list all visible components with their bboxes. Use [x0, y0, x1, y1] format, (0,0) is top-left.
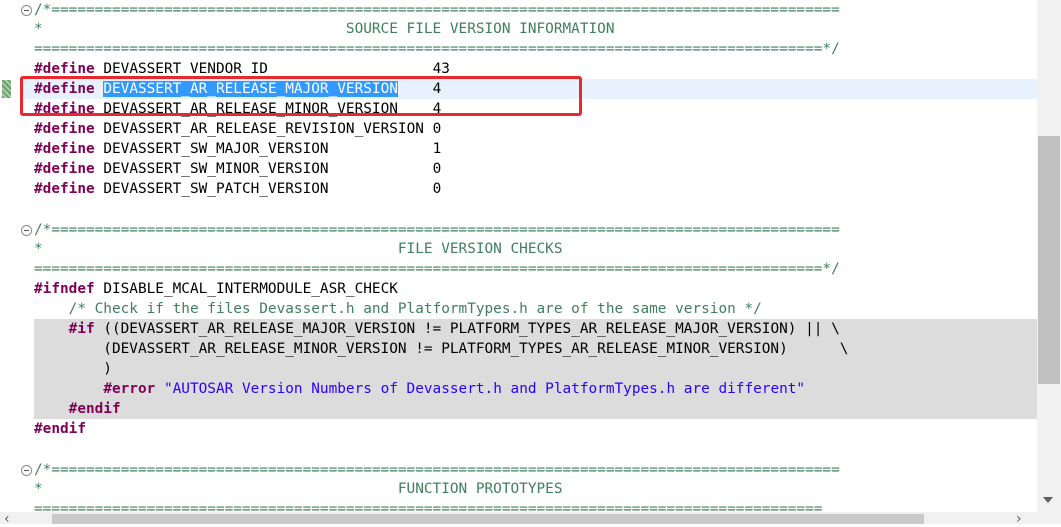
code-line[interactable]: #define DEVASSERT_AR_RELEASE_REVISION_VE… — [34, 119, 1035, 139]
vertical-scroll-thumb[interactable] — [1038, 136, 1060, 384]
code-line[interactable]: #error "AUTOSAR Version Numbers of Devas… — [34, 379, 1035, 399]
code-text: ((DEVASSERT_AR_RELEASE_MAJOR_VERSION != … — [94, 321, 840, 337]
highlight-box — [20, 76, 582, 116]
comment-text: /*======================================… — [34, 222, 840, 238]
editor-ruler[interactable] — [0, 0, 20, 512]
comment-text: ========================================… — [34, 501, 823, 512]
macro-value: 1 — [432, 141, 442, 157]
comment-text: /*======================================… — [34, 2, 840, 18]
comment-line: /*======================================… — [34, 0, 1035, 20]
macro-value: 0 — [432, 161, 442, 177]
comment-line: ========================================… — [34, 499, 1035, 512]
keyword: #ifndef — [34, 281, 95, 297]
padding — [424, 121, 433, 137]
code-line[interactable]: #ifndef DISABLE_MCAL_INTERMODULE_ASR_CHE… — [34, 279, 1035, 299]
macro-value: 0 — [432, 181, 442, 197]
code-line[interactable]: #if ((DEVASSERT_AR_RELEASE_MAJOR_VERSION… — [34, 319, 1035, 339]
comment-text: ========================================… — [34, 261, 840, 277]
macro-name: DISABLE_MCAL_INTERMODULE_ASR_CHECK — [94, 281, 398, 297]
horizontal-scroll-thumb[interactable] — [52, 514, 924, 524]
keyword: #define — [34, 61, 95, 77]
keyword: #define — [34, 161, 95, 177]
code-line[interactable]: #endif — [34, 419, 1035, 439]
code-line[interactable]: #define DEVASSERT_SW_MINOR_VERSION 0 — [34, 159, 1035, 179]
comment-line: /*======================================… — [34, 460, 1035, 480]
chevron-right-icon[interactable]: › — [1016, 512, 1022, 526]
macro-value: 0 — [432, 121, 442, 137]
fold-toggle-icon[interactable] — [21, 225, 32, 236]
padding — [329, 141, 433, 157]
code-text: ) — [34, 361, 112, 377]
macro-name: DEVASSERT_AR_RELEASE_REVISION_VERSION — [103, 121, 424, 137]
comment-line: * FILE VERSION CHECKS — [34, 239, 1035, 259]
padding — [329, 161, 433, 177]
comment-line: ========================================… — [34, 259, 1035, 279]
fold-toggle-icon[interactable] — [21, 465, 32, 476]
macro-name: DEVASSERT_VENDOR_ID — [103, 61, 268, 77]
keyword: #endif — [34, 421, 86, 437]
code-line[interactable]: #define DEVASSERT_SW_MAJOR_VERSION 1 — [34, 139, 1035, 159]
keyword: #endif — [68, 401, 121, 417]
macro-name: DEVASSERT_SW_MINOR_VERSION — [103, 161, 329, 177]
comment-line: * SOURCE FILE VERSION INFORMATION — [34, 19, 1035, 39]
comment-text: /*======================================… — [34, 462, 840, 478]
chevron-down-icon[interactable] — [1043, 497, 1053, 503]
occurrence-marker-icon[interactable] — [2, 80, 11, 98]
keyword: #if — [68, 321, 95, 337]
scrollbar-corner — [1037, 512, 1061, 524]
code-line[interactable]: #define DEVASSERT_SW_PATCH_VERSION 0 — [34, 179, 1035, 199]
keyword: #define — [34, 121, 95, 137]
section-title: * FILE VERSION CHECKS — [34, 241, 563, 257]
macro-value: 43 — [432, 61, 450, 77]
comment-line: ========================================… — [34, 39, 1035, 59]
keyword: #define — [34, 181, 95, 197]
macro-name: DEVASSERT_SW_MAJOR_VERSION — [103, 141, 329, 157]
keyword: #error — [103, 381, 156, 397]
macro-name: DEVASSERT_SW_PATCH_VERSION — [103, 181, 329, 197]
comment-text: ========================================… — [34, 41, 840, 57]
code-line[interactable]: #endif — [34, 399, 1035, 419]
code-editor[interactable]: /*======================================… — [0, 0, 1037, 512]
code-line[interactable]: /* Check if the files Devassert.h and Pl… — [34, 299, 1035, 319]
string-literal: "AUTOSAR Version Numbers of Devassert.h … — [163, 381, 806, 397]
padding — [268, 61, 433, 77]
comment-line: * FUNCTION PROTOTYPES — [34, 479, 1035, 499]
code-line[interactable]: ) — [34, 359, 1035, 379]
fold-toggle-icon[interactable] — [21, 5, 32, 16]
padding — [329, 181, 433, 197]
comment-text: /* Check if the files Devassert.h and Pl… — [34, 301, 762, 317]
section-title: * SOURCE FILE VERSION INFORMATION — [34, 21, 615, 37]
chevron-left-icon[interactable]: ‹ — [4, 512, 10, 526]
keyword: #define — [34, 141, 95, 157]
code-line[interactable]: (DEVASSERT_AR_RELEASE_MINOR_VERSION != P… — [34, 339, 1035, 359]
section-title: * FUNCTION PROTOTYPES — [34, 481, 563, 497]
comment-line: /*======================================… — [34, 220, 1035, 240]
code-text: (DEVASSERT_AR_RELEASE_MINOR_VERSION != P… — [34, 341, 849, 357]
